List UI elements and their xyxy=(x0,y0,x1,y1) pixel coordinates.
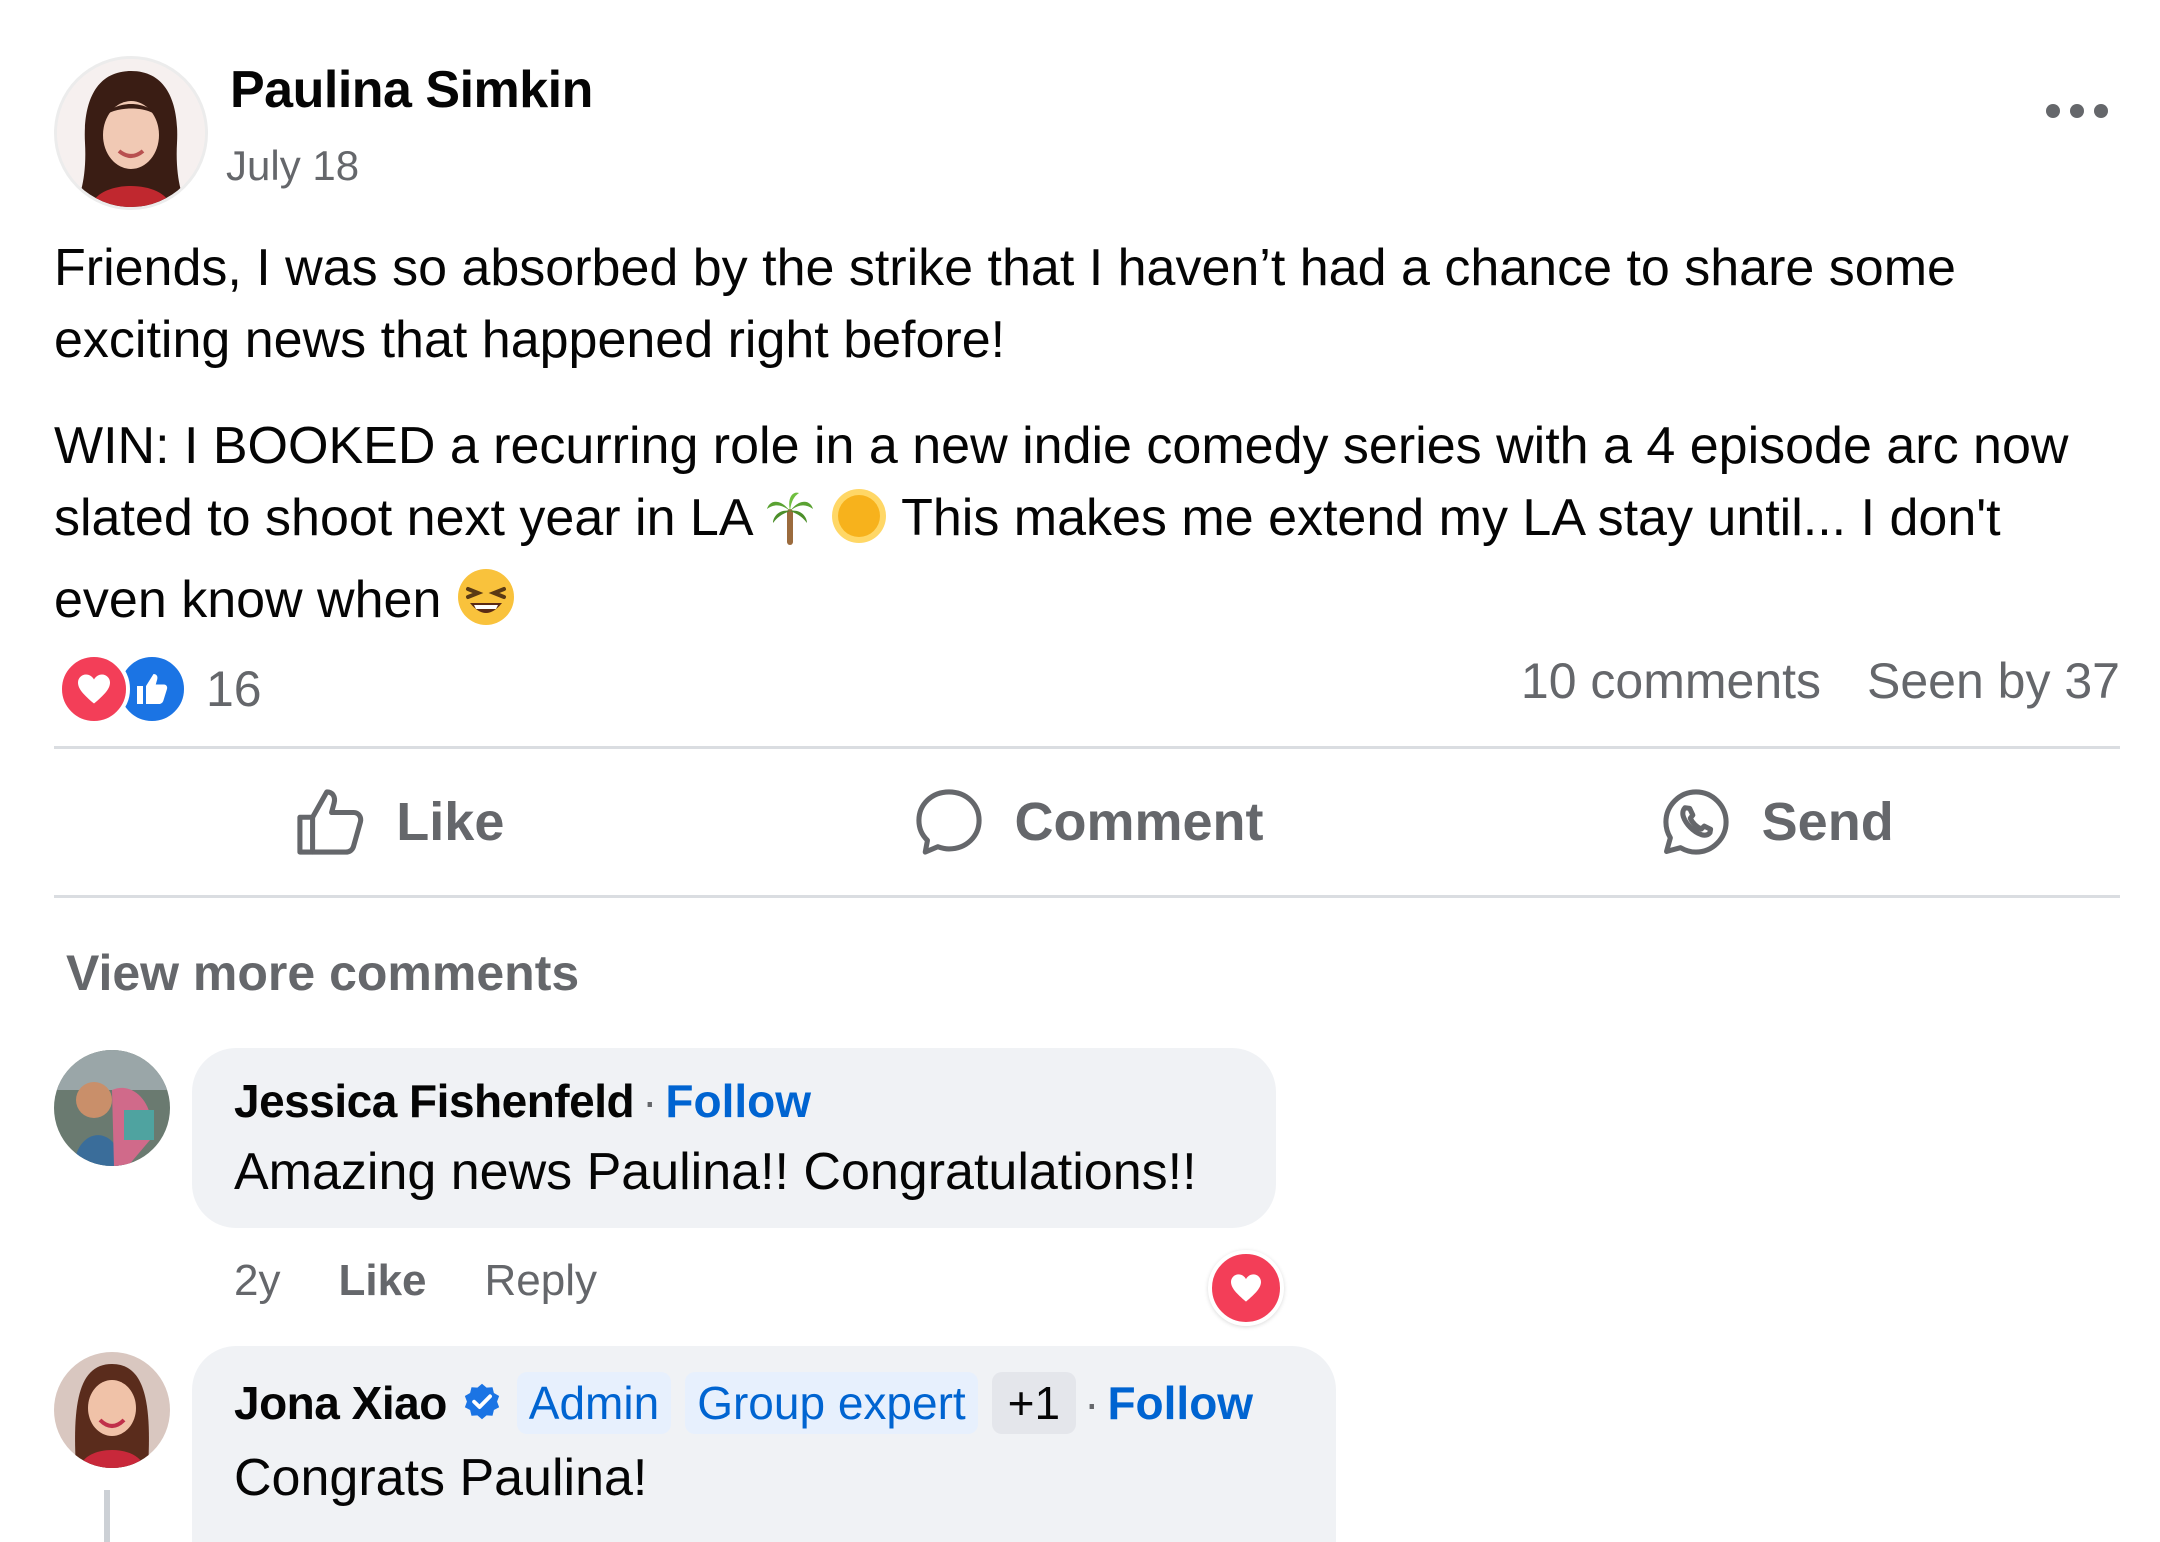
love-reaction-icon xyxy=(58,653,130,725)
comment-header: Jona Xiao Admin Group expert +1 · Follow xyxy=(234,1372,1253,1434)
laughing-emoji xyxy=(456,567,516,646)
commenter-name[interactable]: Jona Xiao xyxy=(234,1376,447,1430)
comment-bubble-icon xyxy=(915,789,982,855)
author-name[interactable]: Paulina Simkin xyxy=(230,60,593,120)
admin-badge[interactable]: Admin xyxy=(516,1372,672,1434)
like-label: Like xyxy=(396,792,505,852)
seen-by-link[interactable]: Seen by 37 xyxy=(1867,652,2120,710)
reaction-summary[interactable]: 16 xyxy=(58,653,262,725)
reply-thread-line xyxy=(104,1490,110,1542)
author-avatar[interactable] xyxy=(54,56,208,210)
comments-count-link[interactable]: 10 comments xyxy=(1521,652,1821,710)
post-paragraph-1: Friends, I was so absorbed by the strike… xyxy=(54,239,1956,369)
reaction-count: 16 xyxy=(206,661,262,717)
more-badges-button[interactable]: +1 xyxy=(991,1372,1077,1434)
follow-button[interactable]: Follow xyxy=(665,1074,811,1128)
love-reaction-icon[interactable] xyxy=(1208,1250,1284,1326)
post-stats: 10 comments Seen by 37 xyxy=(1521,652,2120,710)
comment-label: Comment xyxy=(1014,792,1264,852)
comment-bubble: Jessica Fishenfeld · Follow Amazing news… xyxy=(192,1048,1276,1228)
send-label: Send xyxy=(1761,792,1894,852)
commenter-avatar[interactable] xyxy=(54,1352,170,1468)
post-card: Paulina Simkin July 18 Friends, I was so… xyxy=(0,0,2160,1542)
thumbs-up-icon xyxy=(297,789,364,855)
comment-age[interactable]: 2y xyxy=(234,1256,280,1306)
comment-meta: 2y Like Reply xyxy=(234,1256,597,1306)
send-button[interactable]: Send xyxy=(1431,760,2120,884)
follow-button[interactable]: Follow xyxy=(1107,1376,1253,1430)
comment-header: Jessica Fishenfeld · Follow xyxy=(234,1074,811,1128)
commenter-name[interactable]: Jessica Fishenfeld xyxy=(234,1074,635,1128)
separator: · xyxy=(642,1075,658,1127)
palm-tree-emoji xyxy=(765,489,815,564)
post-paragraph-2: WIN: I BOOKED a recurring role in a new … xyxy=(54,410,2114,646)
post-date[interactable]: July 18 xyxy=(226,142,359,190)
more-options-icon[interactable] xyxy=(2046,104,2108,118)
like-button[interactable]: Like xyxy=(54,760,743,884)
comment-text: Congrats Paulina! xyxy=(234,1449,648,1507)
view-more-comments-link[interactable]: View more comments xyxy=(66,944,579,1002)
divider xyxy=(54,746,2120,749)
comment-bubble: Jona Xiao Admin Group expert +1 · Follow… xyxy=(192,1346,1336,1542)
comment-text: Amazing news Paulina!! Congratulations!! xyxy=(234,1143,1197,1201)
comment-button[interactable]: Comment xyxy=(743,760,1432,884)
group-expert-badge[interactable]: Group expert xyxy=(685,1372,978,1434)
comment-reply-button[interactable]: Reply xyxy=(485,1256,598,1306)
comment-like-button[interactable]: Like xyxy=(338,1256,426,1306)
post-actions-bar: Like Comment Send xyxy=(54,760,2120,884)
sun-emoji xyxy=(830,487,888,564)
commenter-avatar[interactable] xyxy=(54,1050,170,1166)
separator: · xyxy=(1084,1377,1100,1429)
verified-badge-icon xyxy=(464,1383,499,1420)
divider xyxy=(54,895,2120,898)
whatsapp-send-icon xyxy=(1663,789,1729,855)
